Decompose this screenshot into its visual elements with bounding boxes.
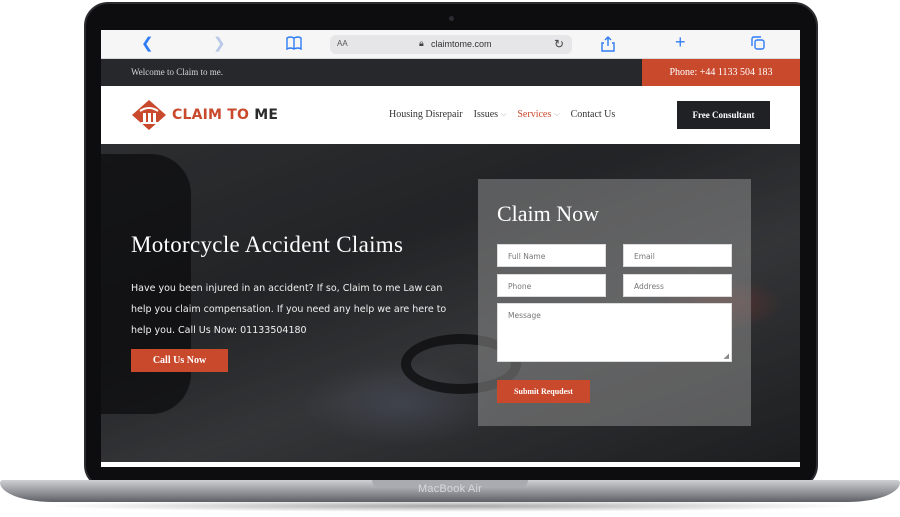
nav-item-services[interactable]: Services ⌵ (517, 109, 559, 120)
address-input[interactable]: Address (623, 274, 732, 297)
logo-text-me: ME (254, 107, 279, 123)
back-icon[interactable]: ❮ (141, 36, 154, 52)
forward-icon[interactable]: ❯ (213, 36, 226, 52)
email-input[interactable]: Email (623, 244, 732, 267)
hero-section: Motorcycle Accident Claims Have you been… (101, 144, 800, 462)
chevron-down-icon: ⌵ (554, 110, 560, 118)
top-info-bar: Welcome to Claim to me. Phone: +44 1133 … (101, 59, 800, 86)
tabs-icon[interactable] (751, 36, 765, 54)
logo-text-claim: CLAIM TO (172, 107, 250, 123)
call-us-now-button[interactable]: Call Us Now (131, 349, 228, 372)
nav-item-label: Housing Disrepair (389, 109, 463, 120)
browser-toolbar: ❮ ❯ AA 🔒︎ claimtome.com ↻ + (101, 30, 800, 59)
hero-description: Have you been injured in an accident? If… (131, 283, 447, 336)
share-icon[interactable] (601, 36, 615, 56)
message-textarea[interactable]: Message ◢ (497, 303, 732, 362)
text-size-button[interactable]: AA (337, 39, 348, 48)
nav-item-housing-disrepair[interactable]: Housing Disrepair (389, 109, 463, 120)
phone-input[interactable]: Phone (497, 274, 606, 297)
nav-item-contact-us[interactable]: Contact Us (571, 109, 616, 120)
page-bottom-strip (101, 462, 800, 467)
bookmarks-icon[interactable] (286, 36, 302, 54)
nav-item-label: Contact Us (570, 109, 616, 120)
model-label: MacBook Air (418, 483, 482, 495)
nav-menu: Housing Disrepair Issues ⌵ Services ⌵ Co… (389, 109, 626, 120)
nav-item-label: Issues (473, 109, 499, 120)
url-text: claimtome.com (431, 39, 492, 49)
logo[interactable]: CLAIM TO ME (131, 99, 278, 131)
free-consultant-button[interactable]: Free Consultant (677, 101, 770, 129)
new-tab-icon[interactable]: + (675, 33, 686, 51)
full-name-input[interactable]: Full Name (497, 244, 606, 267)
lock-icon: 🔒︎ (419, 38, 424, 48)
form-title: Claim Now (497, 201, 600, 226)
address-bar[interactable]: AA 🔒︎ claimtome.com ↻ (330, 35, 572, 54)
welcome-text: Welcome to Claim to me. (131, 67, 224, 77)
main-navbar: CLAIM TO ME Housing Disrepair Issues ⌵ S… (101, 86, 800, 144)
logo-mark-icon (132, 100, 166, 130)
screen: ❮ ❯ AA 🔒︎ claimtome.com ↻ + Welcome to C… (101, 30, 800, 467)
logo-text: CLAIM TO ME (172, 107, 278, 123)
chevron-down-icon: ⌵ (501, 110, 507, 118)
hero-title: Motorcycle Accident Claims (131, 232, 404, 257)
nav-item-issues[interactable]: Issues ⌵ (474, 109, 507, 120)
message-placeholder: Message (508, 311, 541, 320)
resize-handle-icon[interactable]: ◢ (724, 352, 729, 360)
reload-icon[interactable]: ↻ (554, 37, 564, 51)
claim-form: Claim Now Full Name Email Phone Address … (478, 179, 751, 426)
camera-icon (449, 16, 454, 21)
nav-item-label: Services (517, 109, 552, 120)
submit-request-button[interactable]: Submit Requdest (497, 380, 590, 403)
phone-link[interactable]: Phone: +44 1133 504 183 (642, 59, 800, 86)
